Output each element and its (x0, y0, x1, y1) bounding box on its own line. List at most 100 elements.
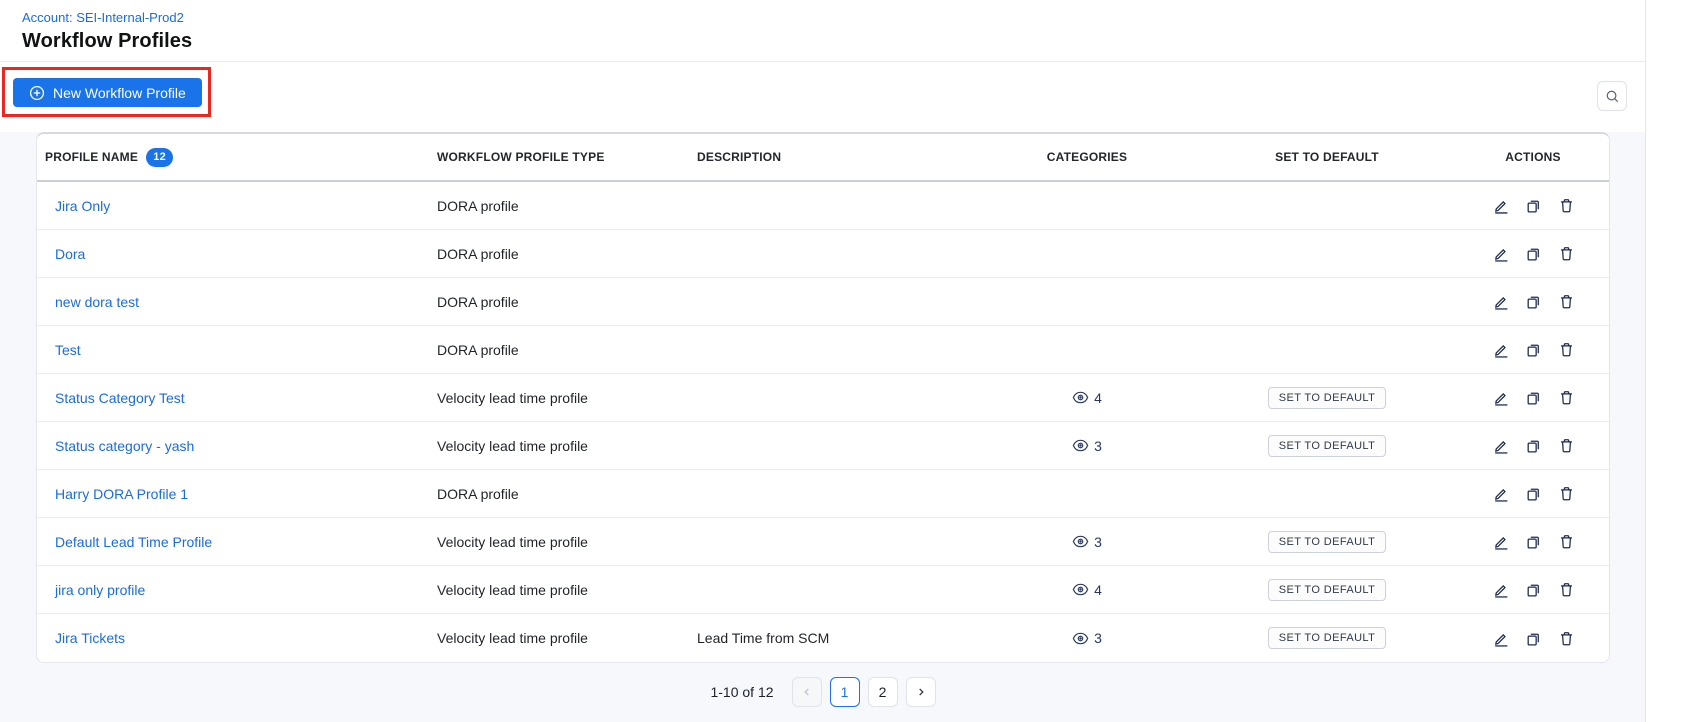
edit-button[interactable] (1488, 242, 1512, 266)
copy-button[interactable] (1521, 338, 1545, 362)
copy-icon (1525, 437, 1542, 454)
profile-name-link[interactable]: jira only profile (55, 582, 145, 598)
categories-number: 3 (1094, 438, 1102, 454)
table-row: Status category - yash Velocity lead tim… (37, 422, 1609, 470)
profile-name-link[interactable]: Status Category Test (55, 390, 185, 406)
copy-button[interactable] (1521, 290, 1545, 314)
delete-button[interactable] (1554, 338, 1578, 362)
set-to-default-badge[interactable]: SET TO DEFAULT (1268, 435, 1386, 457)
page-button-1[interactable]: 1 (830, 677, 860, 707)
edit-button[interactable] (1488, 386, 1512, 410)
profile-name-link[interactable]: Default Lead Time Profile (55, 534, 212, 550)
table-row: Jira Tickets Velocity lead time profile … (37, 614, 1609, 662)
profile-name-link[interactable]: Test (55, 342, 81, 358)
previous-page-button[interactable] (792, 677, 822, 707)
edit-button[interactable] (1488, 338, 1512, 362)
set-to-default-badge[interactable]: SET TO DEFAULT (1268, 387, 1386, 409)
delete-icon (1558, 245, 1575, 262)
profile-name-link[interactable]: new dora test (55, 294, 139, 310)
edit-button[interactable] (1488, 434, 1512, 458)
copy-button[interactable] (1521, 530, 1545, 554)
profile-type: DORA profile (437, 486, 697, 502)
profile-description: Lead Time from SCM (697, 630, 977, 646)
search-button[interactable] (1597, 81, 1627, 111)
edit-button[interactable] (1488, 578, 1512, 602)
edit-button[interactable] (1488, 626, 1512, 650)
table-row: Test DORA profile (37, 326, 1609, 374)
edit-button[interactable] (1488, 194, 1512, 218)
profile-count-badge: 12 (146, 148, 173, 167)
categories-count: 4 (1072, 581, 1102, 598)
copy-icon (1525, 630, 1542, 647)
pagination-range: 1-10 of 12 (710, 684, 773, 700)
edit-icon (1492, 581, 1509, 598)
profile-type: Velocity lead time profile (437, 534, 697, 550)
edit-icon (1492, 630, 1509, 647)
edit-icon (1492, 437, 1509, 454)
eye-icon (1072, 581, 1089, 598)
edit-button[interactable] (1488, 482, 1512, 506)
profile-type: Velocity lead time profile (437, 630, 697, 646)
column-header-set-to-default: SET TO DEFAULT (1197, 150, 1457, 164)
copy-button[interactable] (1521, 386, 1545, 410)
delete-button[interactable] (1554, 482, 1578, 506)
profile-name-link[interactable]: Jira Tickets (55, 630, 125, 646)
edit-icon (1492, 341, 1509, 358)
copy-button[interactable] (1521, 482, 1545, 506)
table-row: Jira Only DORA profile (37, 182, 1609, 230)
copy-button[interactable] (1521, 434, 1545, 458)
table-row: jira only profile Velocity lead time pro… (37, 566, 1609, 614)
categories-count: 3 (1072, 630, 1102, 647)
delete-button[interactable] (1554, 290, 1578, 314)
plus-circle-icon (29, 85, 45, 101)
copy-icon (1525, 341, 1542, 358)
next-page-button[interactable] (906, 677, 936, 707)
delete-button[interactable] (1554, 194, 1578, 218)
copy-icon (1525, 293, 1542, 310)
delete-button[interactable] (1554, 578, 1578, 602)
profile-type: Velocity lead time profile (437, 582, 697, 598)
edit-button[interactable] (1488, 530, 1512, 554)
eye-icon (1072, 630, 1089, 647)
delete-icon (1558, 293, 1575, 310)
search-icon (1605, 89, 1620, 104)
copy-button[interactable] (1521, 194, 1545, 218)
profile-name-header-label: PROFILE NAME (45, 150, 138, 164)
delete-icon (1558, 197, 1575, 214)
delete-button[interactable] (1554, 386, 1578, 410)
delete-button[interactable] (1554, 434, 1578, 458)
delete-button[interactable] (1554, 530, 1578, 554)
column-header-categories: CATEGORIES (977, 150, 1197, 164)
page-header: Account: SEI-Internal-Prod2 Workflow Pro… (0, 0, 1645, 62)
edit-button[interactable] (1488, 290, 1512, 314)
new-workflow-profile-button[interactable]: New Workflow Profile (13, 78, 202, 107)
copy-icon (1525, 245, 1542, 262)
profile-name-link[interactable]: Harry DORA Profile 1 (55, 486, 188, 502)
delete-button[interactable] (1554, 626, 1578, 650)
table-row: new dora test DORA profile (37, 278, 1609, 326)
profile-name-link[interactable]: Dora (55, 246, 85, 262)
set-to-default-badge[interactable]: SET TO DEFAULT (1268, 531, 1386, 553)
workflow-profiles-page: Account: SEI-Internal-Prod2 Workflow Pro… (0, 0, 1646, 722)
column-header-description: DESCRIPTION (697, 150, 977, 164)
page-button-2[interactable]: 2 (868, 677, 898, 707)
categories-count: 3 (1072, 533, 1102, 550)
categories-number: 4 (1094, 582, 1102, 598)
categories-count: 3 (1072, 437, 1102, 454)
profile-name-link[interactable]: Jira Only (55, 198, 110, 214)
profile-name-link[interactable]: Status category - yash (55, 438, 194, 454)
set-to-default-badge[interactable]: SET TO DEFAULT (1268, 627, 1386, 649)
set-to-default-badge[interactable]: SET TO DEFAULT (1268, 579, 1386, 601)
copy-button[interactable] (1521, 626, 1545, 650)
eye-icon (1072, 437, 1089, 454)
delete-icon (1558, 437, 1575, 454)
eye-icon (1072, 389, 1089, 406)
copy-button[interactable] (1521, 578, 1545, 602)
copy-icon (1525, 197, 1542, 214)
copy-button[interactable] (1521, 242, 1545, 266)
delete-button[interactable] (1554, 242, 1578, 266)
account-breadcrumb-link[interactable]: Account: SEI-Internal-Prod2 (22, 10, 184, 25)
table-header-row: PROFILE NAME 12 WORKFLOW PROFILE TYPE DE… (37, 134, 1609, 182)
new-workflow-profile-label: New Workflow Profile (53, 85, 186, 101)
categories-count: 4 (1072, 389, 1102, 406)
